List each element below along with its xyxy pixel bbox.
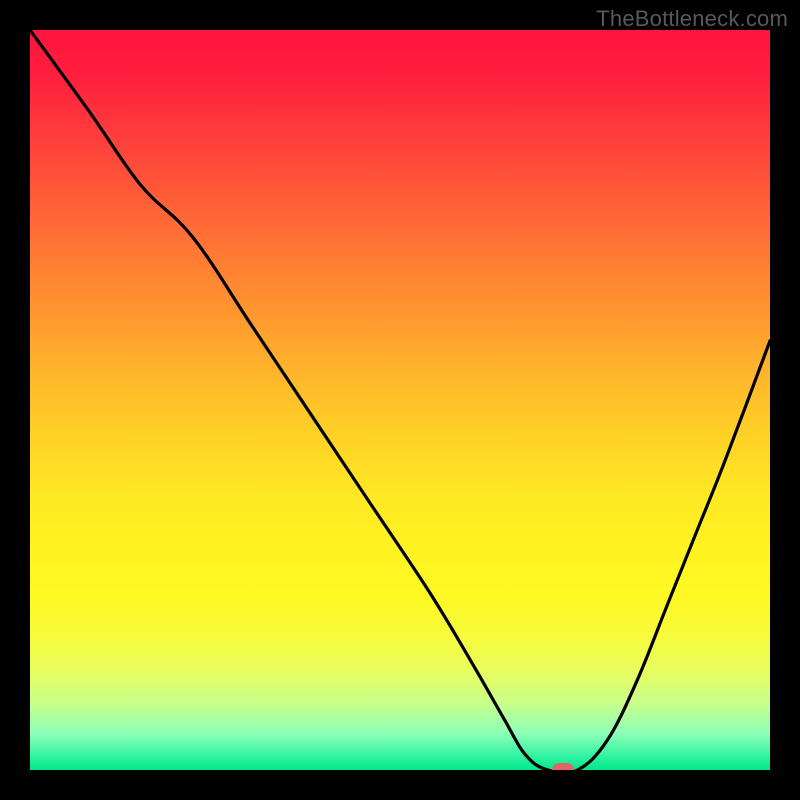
bottleneck-curve	[30, 30, 770, 770]
plot-area	[30, 30, 770, 770]
optimal-marker	[552, 763, 574, 770]
watermark-text: TheBottleneck.com	[596, 6, 788, 32]
